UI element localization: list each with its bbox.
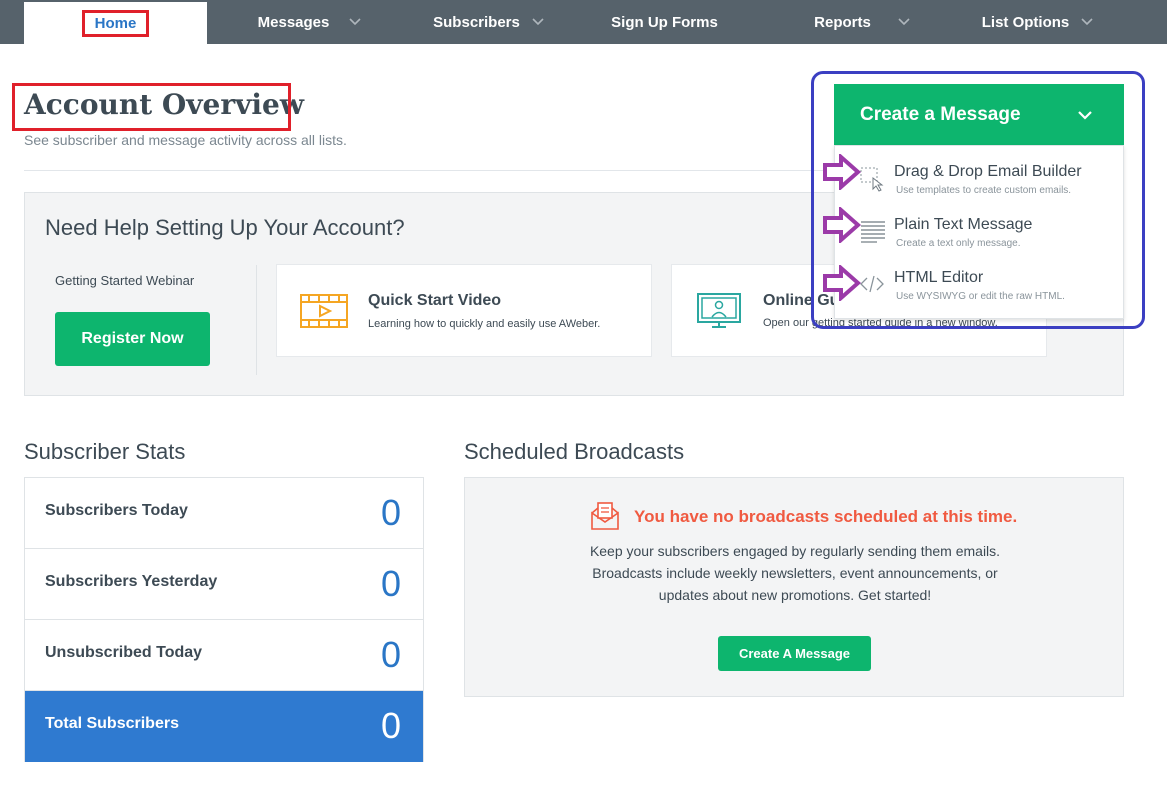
- envelope-icon: [591, 502, 619, 530]
- scheduled-broadcasts-panel: You have no broadcasts scheduled at this…: [464, 477, 1124, 697]
- stat-value: 0: [380, 563, 401, 604]
- annotation-highlight-box: [12, 83, 291, 131]
- stat-label: Total Subscribers: [45, 715, 179, 732]
- scheduled-broadcasts-title: Scheduled Broadcasts: [464, 439, 685, 464]
- scheduled-desc-line: Keep your subscribers engaged by regular…: [589, 543, 1001, 559]
- stat-value: 0: [380, 705, 401, 746]
- register-now-button[interactable]: Register Now: [55, 312, 210, 366]
- chevron-down-icon: [1081, 18, 1093, 26]
- chevron-down-icon: [349, 18, 361, 26]
- subscriber-stats-title: Subscriber Stats: [24, 439, 186, 464]
- nav-signup-forms-label: Sign Up Forms: [611, 13, 718, 31]
- stat-value: 0: [380, 492, 401, 533]
- stat-row-total: Total Subscribers 0: [25, 691, 423, 762]
- top-nav: Home Messages Subscribers Sign Up Forms …: [0, 0, 1167, 44]
- stat-value: 0: [380, 634, 401, 675]
- nav-list-options-label: List Options: [981, 13, 1070, 31]
- quick-start-video-card[interactable]: Quick Start Video Learning how to quickl…: [276, 264, 652, 357]
- nav-signup-forms[interactable]: Sign Up Forms: [573, 0, 756, 44]
- webinar-label: Getting Started Webinar: [55, 273, 195, 288]
- nav-subscribers[interactable]: Subscribers: [390, 0, 573, 44]
- help-separator: [256, 265, 257, 375]
- scheduled-desc-line: updates about new promotions. Get starte…: [658, 587, 932, 603]
- nav-list-options[interactable]: List Options: [939, 0, 1122, 44]
- card-title: Quick Start Video: [368, 292, 502, 309]
- subscriber-stats-table: Subscribers Today 0 Subscribers Yesterda…: [24, 477, 424, 762]
- nav-subscribers-label: Subscribers: [433, 13, 520, 31]
- no-broadcasts-message: You have no broadcasts scheduled at this…: [634, 507, 1018, 526]
- nav-home[interactable]: Home: [24, 2, 207, 44]
- stat-label: Subscribers Today: [45, 502, 188, 519]
- stat-row: Unsubscribed Today 0: [25, 620, 423, 691]
- nav-home-label: Home: [81, 9, 150, 37]
- stat-label: Unsubscribed Today: [45, 644, 203, 661]
- nav-reports[interactable]: Reports: [756, 0, 939, 44]
- nav-reports-label: Reports: [814, 13, 871, 31]
- nav-messages[interactable]: Messages: [207, 0, 390, 44]
- page-subtitle: See subscriber and message activity acro…: [24, 132, 347, 148]
- scheduled-description: Keep your subscribers engaged by regular…: [565, 540, 1025, 606]
- stat-row: Subscribers Yesterday 0: [25, 549, 423, 620]
- chevron-down-icon: [898, 18, 910, 26]
- scheduled-desc-line: Broadcasts include weekly newsletters, e…: [592, 565, 998, 581]
- monitor-icon: [697, 293, 741, 328]
- help-title: Need Help Setting Up Your Account?: [45, 215, 405, 240]
- video-icon: [300, 294, 348, 328]
- nav-messages-label: Messages: [257, 13, 330, 31]
- chevron-down-icon: [532, 18, 544, 26]
- annotation-highlight-outline: [811, 71, 1145, 329]
- card-desc: Learning how to quickly and easily use A…: [368, 318, 601, 330]
- stat-label: Subscribers Yesterday: [45, 573, 218, 590]
- create-a-message-button[interactable]: Create A Message: [718, 636, 871, 671]
- stat-row: Subscribers Today 0: [25, 478, 423, 549]
